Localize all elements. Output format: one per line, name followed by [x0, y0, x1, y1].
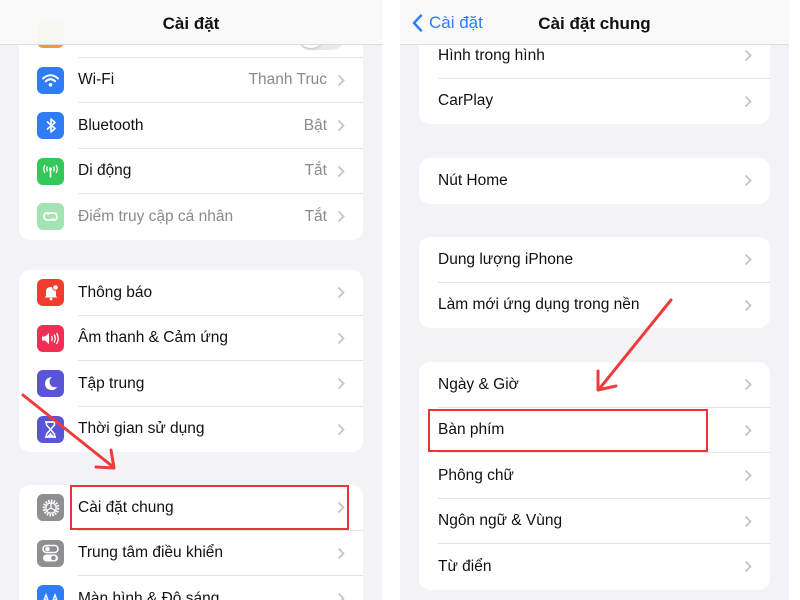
row-label: CarPlay: [438, 92, 494, 110]
row-label: Cài đặt chung: [78, 498, 174, 516]
settings-row-cellular[interactable]: Di động Tắt: [19, 149, 363, 195]
chevron-right-icon: [337, 423, 346, 436]
row-label: Hình trong hình: [438, 46, 545, 64]
row-label: Trung tâm điều khiển: [78, 544, 224, 562]
row-label: Dung lượng iPhone: [438, 250, 574, 268]
chevron-right-icon: [337, 332, 346, 345]
chevron-right-icon: [744, 299, 753, 312]
row-label: Wi-Fi: [78, 71, 115, 89]
row-label: Phông chữ: [438, 466, 514, 484]
settings-row-background-app-refresh[interactable]: Làm mới ứng dụng trong nền: [419, 283, 770, 329]
bluetooth-status-value: Bật: [303, 116, 327, 134]
chevron-right-icon: [337, 74, 346, 87]
focus-moon-icon: [37, 370, 64, 398]
general-settings-screen: Cài đặt Cài đặt chung Hình trong hình Ca…: [400, 0, 789, 600]
settings-row-notifications[interactable]: Thông báo: [19, 270, 363, 316]
hotspot-status-value: Tắt: [304, 207, 327, 225]
settings-row-language-region[interactable]: Ngôn ngữ & Vùng: [419, 499, 770, 545]
general-group: Cài đặt chung Trung tâm điều khiển Màn h…: [19, 485, 363, 600]
row-label: Ngôn ngữ & Vùng: [438, 512, 563, 530]
chevron-right-icon: [337, 547, 346, 560]
bluetooth-icon: [37, 112, 64, 140]
row-label: Ngày & Giờ: [438, 375, 519, 393]
settings-row-bluetooth[interactable]: Bluetooth Bật: [19, 103, 363, 149]
row-label: Di động: [78, 162, 132, 180]
chevron-right-icon: [337, 165, 346, 178]
settings-row-personal-hotspot[interactable]: Điểm truy cập cá nhân Tắt: [19, 194, 363, 240]
storage-group: Dung lượng iPhone Làm mới ứng dụng trong…: [419, 237, 770, 328]
row-label: Điểm truy cập cá nhân: [78, 207, 234, 225]
settings-row-keyboard[interactable]: Bàn phím: [419, 408, 770, 454]
chevron-right-icon: [744, 174, 753, 187]
chevron-right-icon: [744, 49, 753, 62]
settings-row-screen-time[interactable]: Thời gian sử dụng: [19, 407, 363, 453]
row-label: Thời gian sử dụng: [78, 420, 205, 438]
chevron-right-icon: [744, 378, 753, 391]
page-title: Cài đặt: [162, 14, 220, 33]
settings-row-sounds-haptics[interactable]: Âm thanh & Cảm ứng: [19, 316, 363, 362]
control-center-icon: [37, 539, 64, 567]
screen-time-hourglass-icon: [37, 415, 64, 443]
notifications-icon: [37, 279, 64, 307]
cellular-status-value: Tắt: [304, 162, 327, 180]
wifi-icon: [37, 66, 64, 94]
chevron-right-icon: [337, 210, 346, 223]
row-label: Tập trung: [78, 374, 145, 392]
row-label: Thông báo: [78, 283, 153, 301]
home-button-group: Nút Home: [419, 158, 770, 204]
general-gear-icon: [37, 494, 64, 522]
chevron-right-icon: [744, 424, 753, 437]
chevron-left-icon: [412, 14, 423, 32]
wifi-network-value: Thanh Truc: [248, 71, 327, 89]
chevron-right-icon: [337, 377, 346, 390]
settings-row-home-button[interactable]: Nút Home: [419, 158, 770, 204]
chevron-right-icon: [744, 253, 753, 266]
cellular-icon: [37, 157, 64, 185]
settings-row-wifi[interactable]: Wi-Fi Thanh Truc: [19, 58, 363, 104]
chevron-right-icon: [337, 119, 346, 132]
settings-row-carplay[interactable]: CarPlay: [419, 79, 770, 125]
settings-row-control-center[interactable]: Trung tâm điều khiển: [19, 531, 363, 577]
row-label: Làm mới ứng dụng trong nền: [438, 296, 640, 314]
locale-group: Ngày & Giờ Bàn phím Phông chữ Ngôn ngữ &…: [419, 362, 770, 590]
chevron-right-icon: [337, 592, 346, 600]
nav-bar: Cài đặt: [0, 0, 382, 45]
page-title: Cài đặt chung: [538, 14, 651, 33]
settings-row-display-brightness[interactable]: Màn hình & Độ sáng: [19, 576, 363, 600]
settings-row-fonts[interactable]: Phông chữ: [419, 453, 770, 499]
settings-row-dictionary[interactable]: Từ điển: [419, 544, 770, 590]
chevron-right-icon: [337, 286, 346, 299]
chevron-right-icon: [744, 515, 753, 528]
settings-screen: Cài đặt Wi-Fi Thanh Truc Bluetooth Bật D…: [0, 0, 382, 600]
settings-row-focus[interactable]: Tập trung: [19, 361, 363, 407]
settings-row-date-time[interactable]: Ngày & Giờ: [419, 362, 770, 408]
row-label: Nút Home: [438, 171, 508, 189]
row-label: Bàn phím: [438, 421, 505, 439]
chevron-right-icon: [744, 469, 753, 482]
settings-row-iphone-storage[interactable]: Dung lượng iPhone: [419, 237, 770, 283]
row-label: Từ điển: [438, 557, 492, 575]
sound-icon: [37, 324, 64, 352]
chevron-right-icon: [744, 95, 753, 108]
row-label: Màn hình & Độ sáng: [78, 589, 220, 600]
row-label: Âm thanh & Cảm ứng: [78, 329, 228, 347]
connectivity-group: Wi-Fi Thanh Truc Bluetooth Bật Di động T…: [19, 12, 363, 240]
display-brightness-icon: [37, 585, 64, 600]
chevron-right-icon: [744, 560, 753, 573]
chevron-right-icon: [337, 501, 346, 514]
settings-row-general[interactable]: Cài đặt chung: [19, 485, 363, 531]
row-label: Bluetooth: [78, 116, 144, 134]
nav-bar: Cài đặt Cài đặt chung: [400, 0, 789, 45]
hotspot-icon: [37, 203, 64, 231]
notifications-group: Thông báo Âm thanh & Cảm ứng Tập trung T…: [19, 270, 363, 452]
